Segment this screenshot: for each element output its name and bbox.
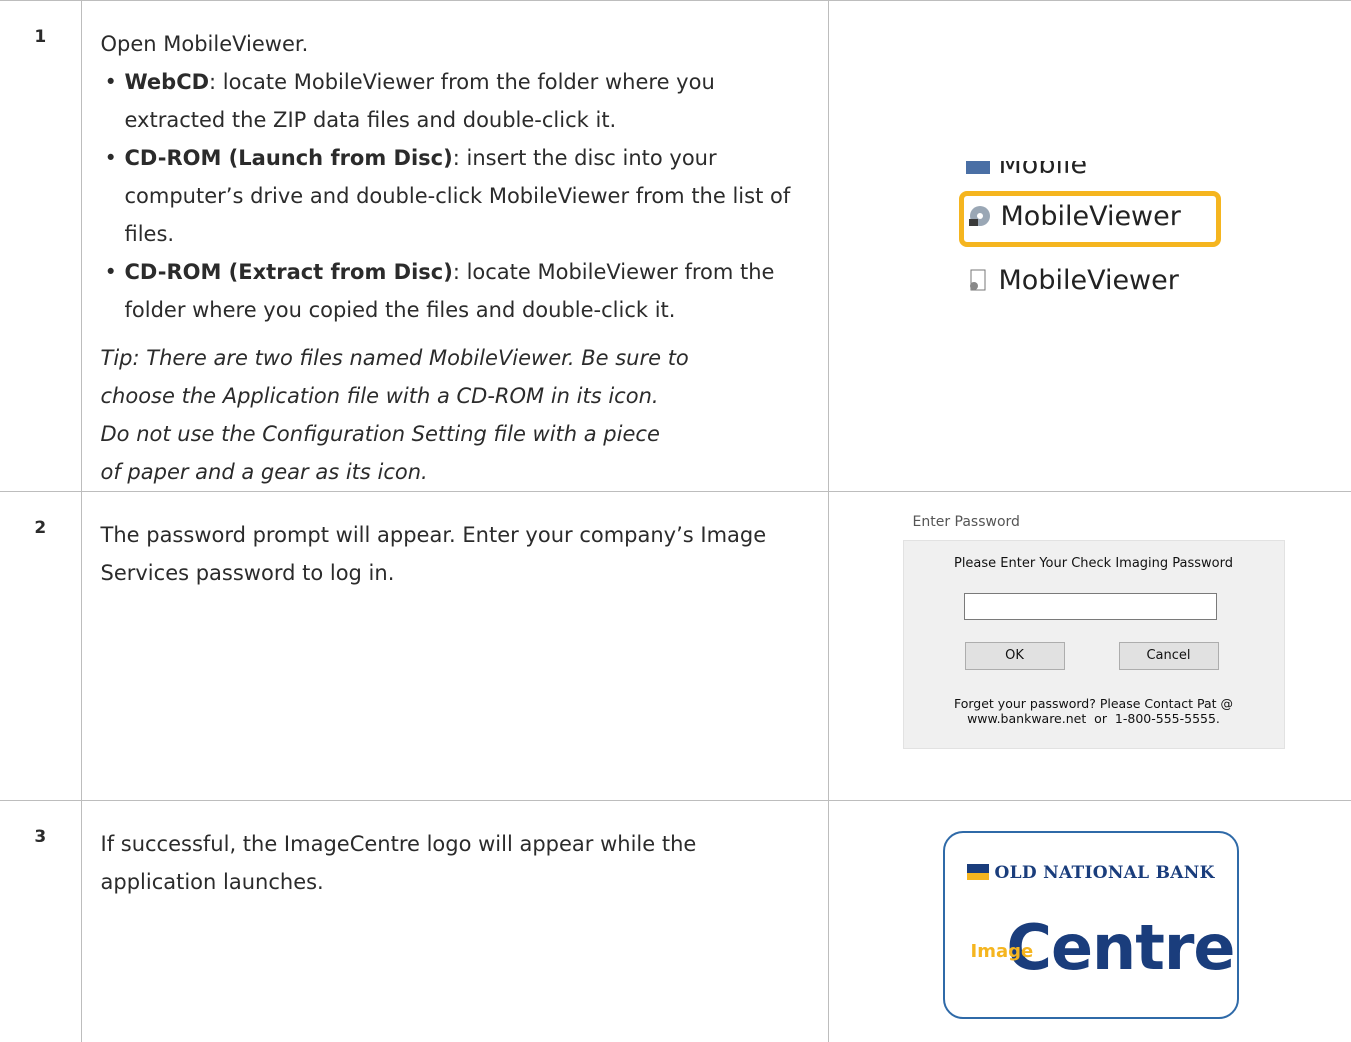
bullet-item: WebCD: locate MobileViewer from the fold… [101,63,810,139]
cd-rom-icon [968,206,990,226]
password-dialog: Please Enter Your Check Imaging Password… [902,540,1285,749]
bullet-item: CD-ROM (Extract from Disc): locate Mobil… [101,253,810,329]
logo-image-word: Image [970,941,1034,962]
forgot-line: Forget your password? Please Contact Pat… [954,696,1233,711]
tip-line: Tip: There are two files named MobileVie… [100,346,689,370]
password-input[interactable] [963,593,1217,620]
file-list-crop: Mobile MobileViewer MobileViewer [957,161,1227,291]
file-item-mobile: Mobile [965,161,1088,180]
step-intro: Open MobileViewer. [100,32,309,56]
step-text: The password prompt will appear. Enter y… [100,523,767,585]
bullet-item: CD-ROM (Launch from Disc): insert the di… [101,139,810,253]
step-number: 1 [0,0,82,492]
steps-table: 1 Open MobileViewer. WebCD: locate Mobil… [0,0,1351,1042]
tip-line: Do not use the Configuration Setting fil… [100,422,660,446]
bullet-term: CD-ROM (Extract from Disc) [124,260,453,284]
step-number: 2 [0,491,82,801]
forgot-password-note: Forget your password? Please Contact Pat… [904,696,1284,726]
file-name: MobileViewer [1000,201,1181,232]
step-row-2: 2 The password prompt will appear. Enter… [0,491,1351,801]
step-image-password-dialog: Enter Password Please Enter Your Check I… [828,491,1351,801]
folder-icon [965,161,990,174]
bullet-list: WebCD: locate MobileViewer from the fold… [101,63,810,329]
forgot-line: www.bankware.net or 1-800-555-5555. [967,711,1220,726]
step-image-logo: OLD NATIONAL BANK Centre Image [828,801,1351,1042]
bank-name-text: OLD NATIONAL BANK [994,863,1215,883]
step-image-file-list: Mobile MobileViewer MobileViewer [828,0,1351,492]
step-description: The password prompt will appear. Enter y… [81,491,829,801]
bullet-term: WebCD [124,70,210,94]
step-row-1: 1 Open MobileViewer. WebCD: locate Mobil… [0,0,1351,492]
file-item-mobileviewer-app: MobileViewer [967,201,1181,232]
step-text: If successful, the ImageCentre logo will… [100,832,697,894]
dialog-prompt: Please Enter Your Check Imaging Password [953,556,1234,571]
step-number: 3 [0,800,82,1042]
cancel-button[interactable]: Cancel [1118,642,1219,670]
dialog-title: Enter Password [912,514,1020,530]
bank-flag-icon [966,864,989,880]
bank-name: OLD NATIONAL BANK [966,863,1215,883]
file-item-mobileviewer-config: MobileViewer [965,265,1179,291]
step-description: Open MobileViewer. WebCD: locate MobileV… [81,0,829,492]
file-name: MobileViewer [998,265,1179,291]
bullet-text: : locate MobileViewer from the folder wh… [124,70,715,132]
config-file-icon [969,269,985,291]
bullet-term: CD-ROM (Launch from Disc) [124,146,453,170]
tip-line: choose the Application file with a CD-RO… [100,384,659,408]
ok-button[interactable]: OK [964,642,1065,670]
step-description: If successful, the ImageCentre logo will… [81,800,829,1042]
imagecentre-logo: OLD NATIONAL BANK Centre Image [942,831,1239,1019]
file-name: Mobile [998,161,1088,180]
logo-centre-word: Centre [1006,911,1236,984]
step-row-3: 3 If successful, the ImageCentre logo wi… [0,800,1351,1042]
tip-note: Tip: There are two files named MobileVie… [101,339,810,491]
tip-line: of paper and a gear as its icon. [100,460,428,484]
